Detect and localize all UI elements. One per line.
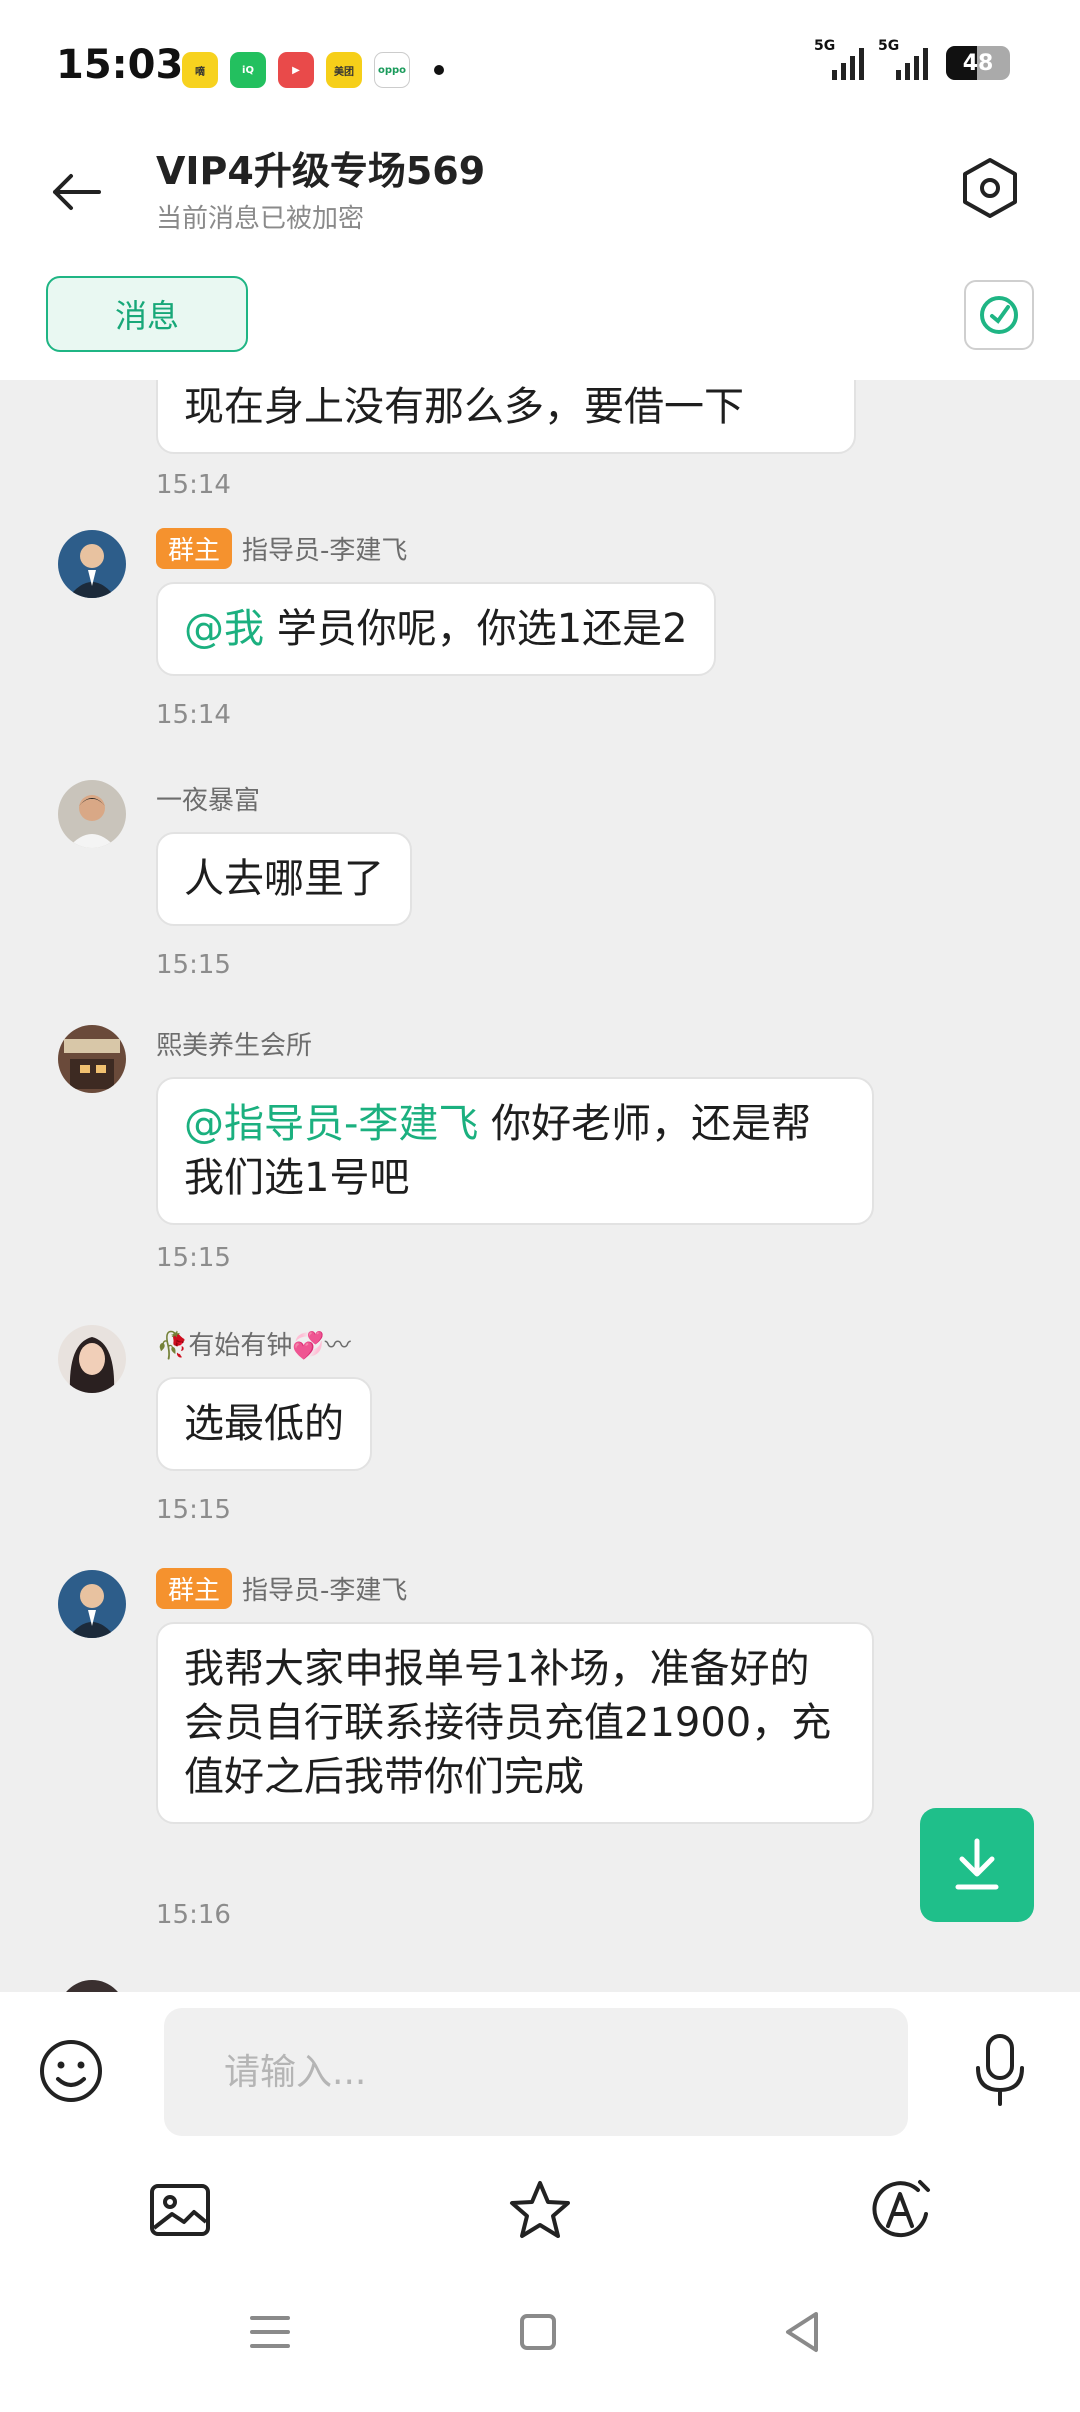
message-time: 15:15 [156,950,231,980]
oppo-icon: oppo [374,52,410,88]
settings-button[interactable] [956,154,1024,222]
message-time: 15:14 [156,700,231,730]
back-button[interactable] [46,162,106,222]
chat-messages[interactable]: 现在身上没有那么多，要借一下 15:14 群主 指导员-李建飞 @我 学员你呢，… [0,380,1080,1992]
chat-header: VIP4升级专场569 当前消息已被加密 [0,140,1080,260]
handwriting-button[interactable] [868,2178,932,2242]
iqiyi-icon: iQ [230,52,266,88]
avatar[interactable] [58,780,126,848]
app-notification-icon: 嘀 [182,52,218,88]
avatar[interactable] [58,1570,126,1638]
signal-icon-1: 5G [814,38,864,80]
microphone-icon [976,2034,1024,2106]
message-input-box[interactable] [164,2008,908,2136]
sender-info: 群主 指导员-李建飞 [156,1568,407,1609]
group-owner-badge: 群主 [156,528,233,569]
message-input[interactable] [224,2051,908,2093]
emoji-icon [40,2040,102,2102]
back-triangle-icon [786,2312,818,2352]
message-bubble[interactable]: 我帮大家申报单号1补场，准备好的会员自行联系接待员充值21900，充值好之后我带… [156,1622,874,1824]
home-square-icon [520,2314,556,2350]
message-bubble[interactable]: 现在身上没有那么多，要借一下 [156,380,856,454]
message-bubble[interactable]: 选最低的 [156,1377,372,1471]
star-icon [510,2181,570,2238]
menu-icon [250,2316,290,2348]
back-arrow-icon [53,174,101,210]
home-button[interactable] [508,2302,568,2362]
message-time: 15:14 [156,470,231,500]
sender-info: 群主 指导员-李建飞 [156,528,407,569]
page-title: VIP4升级专场569 [156,149,486,193]
check-button[interactable] [964,280,1034,350]
avatar[interactable] [58,1025,126,1093]
meituan-icon: 美团 [326,52,362,88]
recent-apps-button[interactable] [240,2302,300,2362]
signal-icon-2: 5G [878,38,928,80]
mention-link[interactable]: @我 [184,606,264,652]
message-time: 15:15 [156,1243,231,1273]
sender-name: 🥀有始有钟💞〰 [156,1331,351,1361]
message-bubble[interactable]: 人去哪里了 [156,832,412,926]
mention-link[interactable]: @指导员-李建飞 [184,1101,478,1147]
sender-info: 🥀有始有钟💞〰 [156,1325,351,1362]
status-app-icons: 嘀 iQ ▶ 美团 oppo [182,52,444,88]
status-indicators: 5G 5G 48 [814,38,1010,80]
avatar[interactable] [58,1980,126,1992]
emoji-button[interactable] [38,2038,104,2104]
image-icon [150,2184,210,2236]
tab-messages[interactable]: 消息 [46,276,248,352]
sender-name: 熙美养生会所 [156,1031,313,1061]
input-area [0,1992,1080,2412]
message-time: 15:16 [156,1900,231,1930]
tab-row: 消息 [0,260,1080,380]
status-time: 15:03 [56,42,184,88]
image-button[interactable] [148,2178,212,2242]
status-bar: 15:03 嘀 iQ ▶ 美团 oppo 5G 5G 48 [0,0,1080,140]
download-icon [955,1838,999,1890]
back-nav-button[interactable] [772,2302,832,2362]
sender-name: 一夜暴富 [156,786,261,816]
sender-name: 指导员-李建飞 [242,536,408,566]
sender-name: 指导员-李建飞 [242,1576,408,1606]
encryption-notice: 当前消息已被加密 [156,204,365,234]
check-circle-icon [980,296,1018,334]
avatar[interactable] [58,1325,126,1393]
avatar[interactable] [58,530,126,598]
message-bubble[interactable]: @我 学员你呢，你选1还是2 [156,582,716,676]
settings-hexagon-icon [963,158,1017,218]
handwriting-icon [872,2180,930,2238]
scroll-to-bottom-button[interactable] [920,1808,1034,1922]
group-owner-badge: 群主 [156,1568,233,1609]
sender-info: 熙美养生会所 [156,1025,312,1062]
video-icon: ▶ [278,52,314,88]
message-bubble[interactable]: @指导员-李建飞 你好老师，还是帮我们选1号吧 [156,1077,874,1225]
battery-icon: 48 [946,46,1010,80]
favorite-button[interactable] [508,2178,572,2242]
more-notifications-icon [434,65,444,75]
voice-button[interactable] [970,2032,1030,2108]
sender-info: 一夜暴富 [156,780,260,817]
message-time: 15:15 [156,1495,231,1525]
